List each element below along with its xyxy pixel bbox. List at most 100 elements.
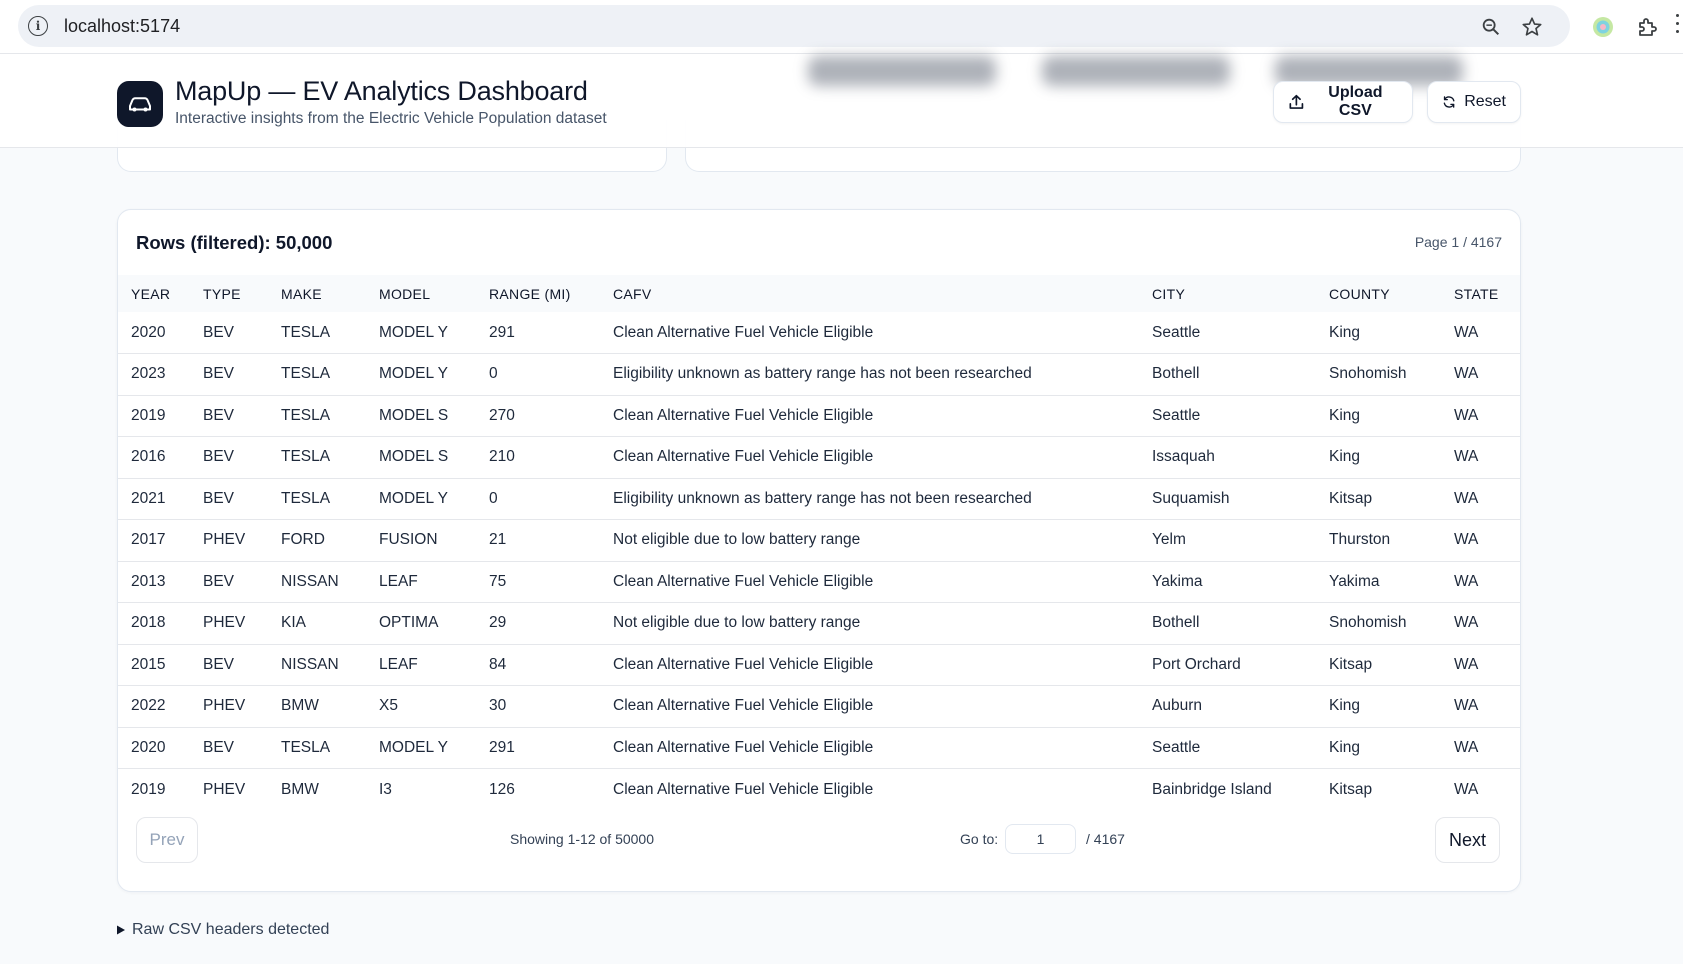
table-cell: WA (1441, 478, 1520, 520)
table-row: 2019 BEV TESLA MODEL S 270 Clean Alternative … (118, 395, 1520, 437)
table-cell: I3 (379, 780, 392, 798)
table-cell: X5 (366, 685, 476, 728)
table-cell: Bothell (1139, 353, 1316, 396)
table-cell: 2019 (131, 780, 166, 798)
table-cell: 291 (476, 312, 600, 354)
table-cell: 29 (476, 602, 600, 645)
table-cell: 126 (489, 780, 515, 798)
table-cell: Eligibility unknown as battery range has… (600, 478, 1139, 520)
table-cell: TESLA (268, 395, 366, 437)
table-cell: Seattle (1139, 395, 1316, 437)
table-cell: WA (1441, 644, 1520, 686)
table-cell: Snohomish (1316, 602, 1441, 645)
column-header: RANGE (MI) (489, 285, 571, 302)
table-cell: TESLA (268, 436, 366, 479)
car-icon (129, 97, 151, 112)
table-cell: MODEL S (366, 395, 476, 437)
menu-dots-icon[interactable] (1676, 14, 1679, 40)
table-cell: Suquamish (1139, 478, 1316, 520)
reset-button[interactable]: Reset (1427, 81, 1521, 123)
table-cell: Clean Alternative Fuel Vehicle Eligible (600, 727, 1139, 769)
column-header: CITY (1152, 285, 1186, 302)
raw-headers-toggle[interactable]: Raw CSV headers detected (116, 921, 329, 939)
page-indicator: Page 1 / 4167 (1414, 234, 1502, 250)
table-cell: BEV (190, 353, 268, 396)
table-cell: Yakima (1139, 561, 1316, 603)
table-cell: BEV (190, 478, 268, 520)
table-cell: 291 (476, 727, 600, 769)
table-cell: PHEV (203, 780, 246, 798)
table-cell: NISSAN (268, 644, 366, 686)
raw-headers-label: Raw CSV headers detected (132, 921, 330, 938)
table-cell: PHEV (190, 602, 268, 645)
table-cell: Not eligible due to low battery range (600, 602, 1139, 645)
table-cell: FORD (268, 519, 366, 562)
table-cell: Clean Alternative Fuel Vehicle Eligible (613, 780, 874, 798)
column-header: MAKE (281, 285, 322, 302)
table-cell: TESLA (268, 353, 366, 396)
address-url[interactable]: localhost:5174 (64, 16, 180, 37)
table-cell: 75 (476, 561, 600, 603)
table-cell: 2015 (118, 644, 190, 686)
table-cell: Seattle (1139, 312, 1316, 354)
next-button[interactable]: Next (1435, 817, 1500, 863)
page-title: MapUp — EV Analytics Dashboard (175, 76, 588, 106)
table-cell: BEV (190, 644, 268, 686)
table-cell: Issaquah (1139, 436, 1316, 479)
table-cell: MODEL S (366, 436, 476, 479)
table-cell: 2017 (118, 519, 190, 562)
upload-csv-button[interactable]: Upload CSV (1273, 81, 1413, 123)
table-cell: 21 (476, 519, 600, 562)
table-cell: MODEL Y (366, 727, 476, 769)
column-header: STATE (1454, 285, 1499, 302)
table-cell: Thurston (1316, 519, 1441, 562)
goto-total-pages: / 4167 (1086, 831, 1125, 847)
table-cell: King (1316, 312, 1441, 354)
table-cell: Clean Alternative Fuel Vehicle Eligible (600, 644, 1139, 686)
table-row: 2015 BEV NISSAN LEAF 84 Clean Alternative Fue… (118, 644, 1520, 686)
table-cell: KIA (268, 602, 366, 645)
table-cell: 0 (476, 353, 600, 396)
car-logo (117, 81, 163, 127)
table-cell: WA (1441, 395, 1520, 437)
table-cell: FUSION (366, 519, 476, 562)
table-cell: 84 (476, 644, 600, 686)
reset-label: Reset (1464, 93, 1506, 110)
table-cell: Kitsap (1316, 478, 1441, 520)
table-cell: OPTIMA (366, 602, 476, 645)
table-cell: WA (1441, 727, 1520, 769)
prev-button[interactable]: Prev (136, 817, 198, 863)
bookmark-star-icon[interactable] (1521, 16, 1543, 38)
info-icon[interactable]: i (28, 16, 48, 36)
table-row: 2017 PHEV FORD FUSION 21 Not eligible due to … (118, 519, 1520, 562)
table-cell: Clean Alternative Fuel Vehicle Eligible (600, 561, 1139, 603)
goto-page-input[interactable] (1005, 824, 1076, 854)
blurred-content (808, 56, 996, 86)
table-cell: MODEL Y (366, 312, 476, 354)
table-cell: TESLA (268, 312, 366, 354)
pagination-bar: Prev Showing 1-12 of 50000 Go to: / 4167… (118, 808, 1520, 878)
table-cell: WA (1441, 685, 1520, 728)
table-cell: BEV (190, 727, 268, 769)
table-cell: Kitsap (1329, 780, 1373, 798)
table-cell: NISSAN (268, 561, 366, 603)
table-cell: 270 (476, 395, 600, 437)
table-cell: Bainbridge Island (1152, 780, 1272, 798)
table-row: 2013 BEV NISSAN LEAF 75 Clean Alternative Fue… (118, 561, 1520, 603)
table-cell: TESLA (268, 727, 366, 769)
table-cell: Yelm (1139, 519, 1316, 562)
table-row: 2020 BEV TESLA MODEL Y 291 Clean Alternative … (118, 727, 1520, 769)
table-cell: Auburn (1139, 685, 1316, 728)
address-bar[interactable]: i localhost:5174 (18, 5, 1570, 47)
table-cell: BMW (281, 780, 319, 798)
data-table-card: Rows (filtered): 50,000 Page 1 / 4167 YE… (117, 209, 1521, 892)
showing-range-text: Showing 1-12 of 50000 (510, 831, 654, 847)
table-cell: Port Orchard (1139, 644, 1316, 686)
table-cell: King (1316, 436, 1441, 479)
table-row: 2020 BEV TESLA MODEL Y 291 Clean Alternative … (118, 312, 1520, 354)
zoom-icon[interactable] (1480, 16, 1502, 38)
extension-color-icon[interactable] (1591, 15, 1615, 39)
extensions-puzzle-icon[interactable] (1636, 15, 1660, 39)
refresh-icon (1443, 96, 1455, 108)
rows-count-label: Rows (filtered): 50,000 (136, 232, 333, 253)
